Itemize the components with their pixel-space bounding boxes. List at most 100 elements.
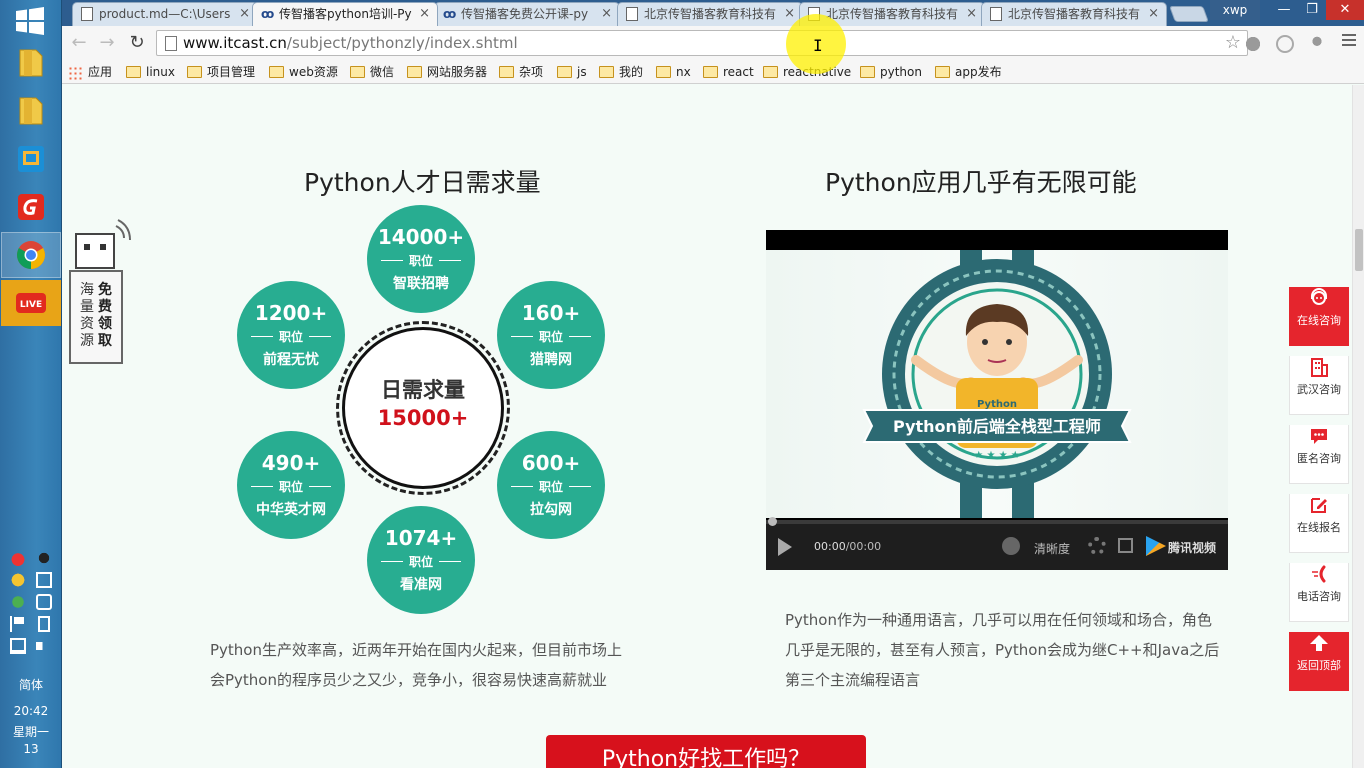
film-tray-icon[interactable] xyxy=(36,572,52,588)
live-streaming-app-icon[interactable]: LIVE xyxy=(1,280,61,326)
bookmark-folder[interactable]: 项目管理 xyxy=(187,63,255,81)
fetion-app-icon[interactable] xyxy=(1,184,61,230)
close-icon[interactable]: × xyxy=(239,3,250,25)
close-icon[interactable]: × xyxy=(419,3,430,25)
address-bar[interactable]: www.itcast.cn/subject/pythonzly/index.sh… xyxy=(156,30,1248,56)
new-tab-button[interactable] xyxy=(1169,6,1209,22)
char: 取 xyxy=(98,333,112,349)
sync-tray-icon[interactable] xyxy=(36,594,52,610)
progress-handle[interactable] xyxy=(768,517,777,526)
close-icon[interactable]: × xyxy=(784,3,795,25)
battery-tray-icon[interactable] xyxy=(38,616,50,632)
virtual-machine-icon[interactable] xyxy=(1,136,61,182)
char: 量 xyxy=(80,299,94,315)
text-cursor-icon: I xyxy=(813,36,823,55)
tab-title: 传智播客python培训-Py xyxy=(279,7,412,21)
building-icon xyxy=(1311,358,1328,377)
tab-itcast-company-1[interactable]: 北京传智播客教育科技有 × xyxy=(617,2,803,26)
back-arrow-icon[interactable]: ← xyxy=(68,32,90,54)
ime-indicator[interactable]: 简体 xyxy=(0,676,62,693)
menu-icon[interactable] xyxy=(1342,34,1356,48)
windows-start-icon[interactable] xyxy=(14,6,46,36)
shield-tray-icon[interactable] xyxy=(10,594,26,610)
clock-time[interactable]: 20:42 xyxy=(0,704,62,718)
bookmark-folder[interactable]: 杂项 xyxy=(499,63,543,81)
volume-tray-icon[interactable] xyxy=(36,638,52,654)
tab-itcast-python[interactable]: ꝏ 传智播客python培训-Py × xyxy=(252,2,438,26)
video-player[interactable]: Python Python前后端全栈型工程师 ★ ★ ★ ★ 00:00/00:… xyxy=(766,230,1228,570)
file-explorer-icon[interactable] xyxy=(1,40,61,86)
extension-globe-icon[interactable] xyxy=(1244,35,1262,53)
network-tray-icon[interactable] xyxy=(10,638,26,654)
settings-gear-icon[interactable] xyxy=(1088,537,1106,555)
free-resources-col-1: 海 量 资 源 xyxy=(79,282,95,350)
demand-lagou[interactable]: 600+ 职位 拉勾网 xyxy=(497,431,605,539)
bookmark-apps[interactable]: 应用 xyxy=(68,63,112,81)
free-resources-widget[interactable]: 海 量 资 源 免 费 领 取 xyxy=(69,270,123,364)
file-explorer-icon[interactable] xyxy=(1,88,61,134)
extension-settings-icon[interactable] xyxy=(1276,35,1294,53)
close-icon[interactable]: × xyxy=(1148,3,1159,25)
bookmark-folder[interactable]: 我的 xyxy=(599,63,643,81)
python-jobs-button[interactable]: Python好找工作吗？ xyxy=(546,735,866,768)
maximize-icon[interactable]: ❐ xyxy=(1298,0,1326,20)
forward-arrow-icon[interactable]: → xyxy=(96,32,118,54)
char: 源 xyxy=(80,333,94,349)
url-text[interactable]: www.itcast.cn/subject/pythonzly/index.sh… xyxy=(183,34,518,52)
demand-kanzhun[interactable]: 1074+ 职位 看准网 xyxy=(367,506,475,614)
play-icon[interactable] xyxy=(778,538,792,556)
demand-51job[interactable]: 1200+ 职位 前程无忧 xyxy=(237,281,345,389)
demand-chinahr[interactable]: 490+ 职位 中华英才网 xyxy=(237,431,345,539)
phone-consult-button[interactable]: 电话咨询 xyxy=(1289,563,1349,622)
add-tray-icon[interactable] xyxy=(10,572,26,588)
bookmark-label: 网站服务器 xyxy=(427,65,488,79)
close-icon[interactable]: × xyxy=(601,3,612,25)
online-signup-button[interactable]: 在线报名 xyxy=(1289,494,1349,553)
tab-itcast-company-3[interactable]: 北京传智播客教育科技有 × xyxy=(981,2,1167,26)
bookmark-folder[interactable]: linux xyxy=(126,63,175,81)
bookmark-star-icon[interactable]: ☆ xyxy=(1225,32,1241,53)
tencent-video-logo-icon xyxy=(1146,536,1166,556)
bookmark-folder[interactable]: python xyxy=(860,63,922,81)
chrome-browser-icon[interactable] xyxy=(1,232,61,278)
bookmark-folder[interactable]: web资源 xyxy=(269,63,338,81)
page-scrollbar[interactable] xyxy=(1352,85,1364,768)
close-icon[interactable]: × xyxy=(966,3,977,25)
tab-product-md[interactable]: product.md—C:\Users × xyxy=(72,2,258,26)
quality-selector[interactable]: 清晰度 xyxy=(1034,540,1070,557)
bookmark-folder[interactable]: react xyxy=(703,63,754,81)
close-window-icon[interactable]: ✕ xyxy=(1326,0,1364,20)
wuhan-consult-button[interactable]: 武汉咨询 xyxy=(1289,356,1349,415)
weibo-tray-icon[interactable] xyxy=(10,550,26,566)
fullscreen-icon[interactable] xyxy=(1118,538,1133,553)
extension-user-icon[interactable] xyxy=(1308,35,1326,53)
reload-icon[interactable]: ↻ xyxy=(126,32,148,54)
minimize-icon[interactable]: — xyxy=(1270,0,1298,20)
url-domain: www.itcast.cn xyxy=(183,34,287,52)
tab-itcast-open-course[interactable]: ꝏ 传智播客免费公开课-py × xyxy=(434,2,620,26)
profile-badge[interactable]: xwp xyxy=(1210,0,1260,20)
bookmark-folder[interactable]: nx xyxy=(656,63,691,81)
demand-count: 600+ xyxy=(521,451,581,475)
bookmark-label: web资源 xyxy=(289,65,338,79)
bookmark-folder[interactable]: 网站服务器 xyxy=(407,63,487,81)
menu-label: 电话咨询 xyxy=(1297,590,1341,603)
anonymous-consult-button[interactable]: 匿名咨询 xyxy=(1289,425,1349,484)
svg-text:★ ★ ★ ★: ★ ★ ★ ★ xyxy=(974,450,1019,461)
qq-tray-icon[interactable] xyxy=(36,550,52,566)
scrollbar-thumb[interactable] xyxy=(1355,229,1363,271)
volume-icon[interactable] xyxy=(1002,537,1020,555)
bookmark-folder[interactable]: 微信 xyxy=(350,63,394,81)
bookmark-folder[interactable]: app发布 xyxy=(935,63,1002,81)
position-label: 职位 xyxy=(497,478,605,495)
demand-liepin[interactable]: 160+ 职位 猎聘网 xyxy=(497,281,605,389)
demand-count: 14000+ xyxy=(377,225,465,249)
back-to-top-button[interactable]: 返回顶部 xyxy=(1289,632,1349,691)
bookmark-folder[interactable]: js xyxy=(557,63,587,81)
video-poster[interactable]: Python Python前后端全栈型工程师 ★ ★ ★ ★ xyxy=(766,250,1228,518)
online-consult-button[interactable]: 在线咨询 xyxy=(1289,287,1349,346)
flag-tray-icon[interactable] xyxy=(10,616,26,632)
video-progress-bar[interactable] xyxy=(766,517,1228,526)
demand-zhilian[interactable]: 14000+ 职位 智联招聘 xyxy=(367,205,475,313)
taskbar: LIVE 简体 20:42 星期一 13 xyxy=(0,0,62,768)
